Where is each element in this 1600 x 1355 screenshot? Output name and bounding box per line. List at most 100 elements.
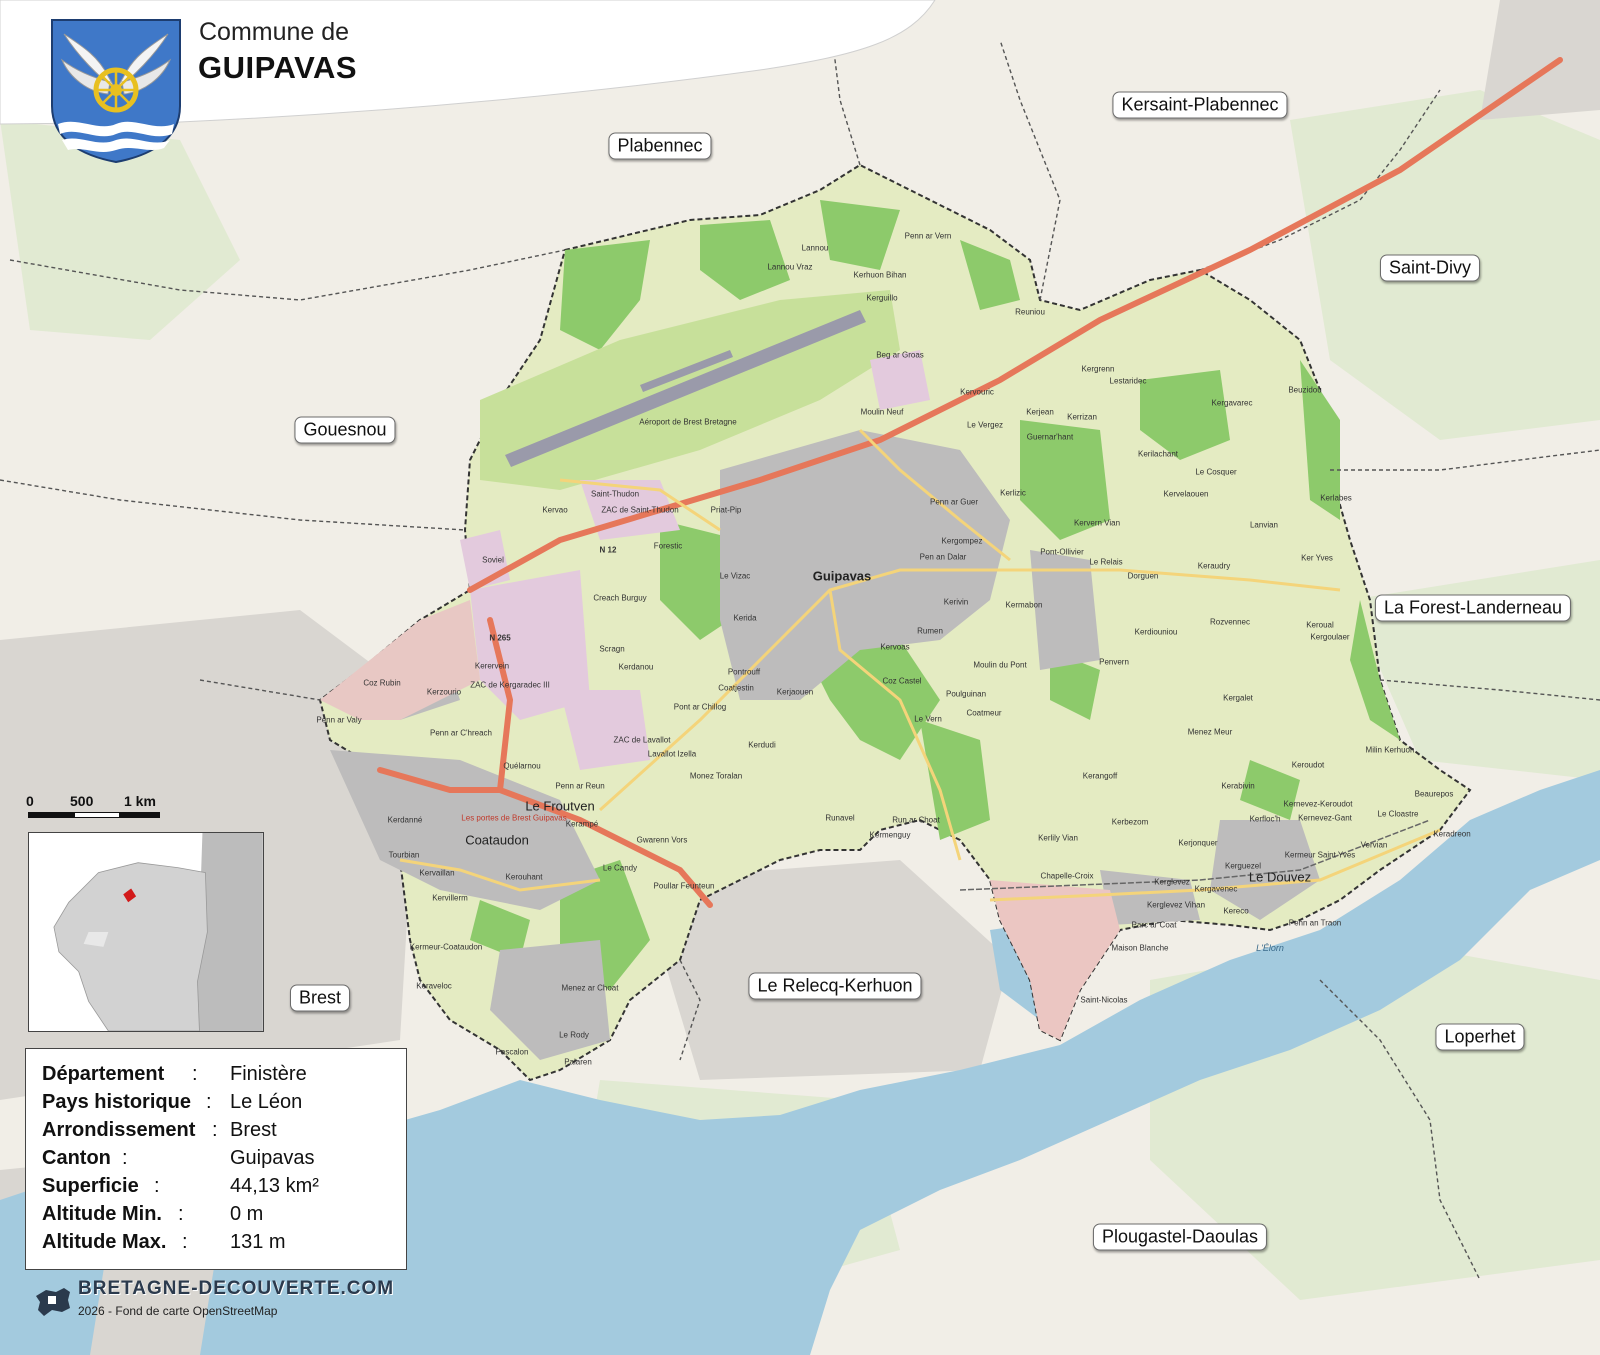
place-label: Poulguinan bbox=[945, 689, 987, 699]
place-label: Pont ar Chillog bbox=[673, 702, 727, 712]
place-label: Kernevez-Keroudot bbox=[1283, 799, 1353, 809]
place-label: Lavallot Izella bbox=[647, 749, 697, 759]
place-label: ZAC de Saint-Thudon bbox=[601, 505, 679, 515]
place-label: Poullar Feunteun bbox=[653, 881, 715, 891]
place-label: Run ar Choat bbox=[892, 815, 940, 825]
place-label: Penn an Traon bbox=[1288, 918, 1342, 928]
place-label: Kermabon bbox=[1005, 600, 1043, 610]
place-label: Runavel bbox=[825, 813, 855, 823]
place-label: Kergavarec bbox=[1211, 398, 1253, 408]
place-label: Kervouric bbox=[960, 387, 994, 397]
place-label: Pen an Dalar bbox=[919, 552, 967, 562]
neighbor-label-plabennec: Plabennec bbox=[608, 132, 712, 160]
info-value: 131 m bbox=[230, 1231, 286, 1253]
place-label: Menez Meur bbox=[1187, 727, 1233, 737]
place-label: Kerdanou bbox=[618, 662, 654, 672]
place-label: Le Rody bbox=[559, 1030, 589, 1040]
info-value: Guipavas bbox=[230, 1147, 315, 1169]
place-label: Maison Blanche bbox=[1111, 943, 1169, 953]
info-value: Finistère bbox=[230, 1063, 307, 1085]
place-label: Kergompez bbox=[941, 536, 983, 546]
place-label: Rozvennec bbox=[1209, 617, 1251, 627]
map-credit: 2026 - Fond de carte OpenStreetMap bbox=[78, 1304, 278, 1318]
place-label: Penn ar Vern bbox=[904, 231, 952, 241]
place-label: Kernevez-Gant bbox=[1298, 813, 1352, 823]
place-label: Kervoas bbox=[880, 642, 910, 652]
coat-of-arms-icon bbox=[51, 19, 181, 164]
place-label: Le Cosquer bbox=[1195, 467, 1237, 477]
place-label: Le Vergez bbox=[966, 420, 1004, 430]
place-label: Coz Rubin bbox=[363, 678, 401, 688]
place-label: Monez Toralan bbox=[689, 771, 743, 781]
place-label: Saint-Nicolas bbox=[1080, 995, 1128, 1005]
place-label: Kerilachant bbox=[1137, 449, 1179, 459]
place-label: Kerampé bbox=[565, 819, 599, 829]
place-label: Kerlizic bbox=[1000, 488, 1026, 498]
place-label: Kermenguy bbox=[869, 830, 911, 840]
place-label: Chapelle-Croix bbox=[1040, 871, 1094, 881]
info-key: Altitude Min. bbox=[42, 1203, 162, 1225]
neighbor-label-saint-divy: Saint-Divy bbox=[1379, 254, 1481, 282]
place-label: Pont-Ollivier bbox=[1040, 547, 1084, 557]
place-label: Vervian bbox=[1360, 840, 1388, 850]
place-label: Kervelaouen bbox=[1163, 489, 1209, 499]
place-label: Pontrouff bbox=[727, 667, 761, 677]
place-label: Guernar'hant bbox=[1026, 432, 1074, 442]
place-label: Kerfloc'h bbox=[1249, 814, 1281, 824]
place-label: Le Vern bbox=[914, 714, 942, 724]
place-label: Kermeur-Coataudon bbox=[409, 942, 483, 952]
place-label: Priat-Pip bbox=[710, 505, 742, 515]
place-label: Moulin du Pont bbox=[973, 660, 1027, 670]
place-label: Kergalet bbox=[1223, 693, 1253, 703]
place-label: Kerzourio bbox=[426, 687, 462, 697]
scale-segment-white bbox=[74, 812, 120, 818]
place-label: Reuniou bbox=[1015, 307, 1045, 317]
info-value: 44,13 km² bbox=[230, 1175, 319, 1197]
place-label: Kergavenec bbox=[1194, 884, 1238, 894]
water-label-elorn: L'Élorn bbox=[1256, 943, 1284, 953]
place-label: Kerjean bbox=[1026, 407, 1054, 417]
place-label: Kerdudi bbox=[748, 740, 776, 750]
place-label: Scragn bbox=[599, 644, 625, 654]
brand-name: BRETAGNE-DECOUVERTE.COM bbox=[78, 1278, 395, 1299]
info-separator: : bbox=[212, 1119, 218, 1141]
info-value: 0 m bbox=[230, 1203, 264, 1225]
info-separator: : bbox=[182, 1231, 188, 1253]
brand-logo-icon bbox=[36, 1288, 70, 1316]
place-label: Gwarenn Vors bbox=[636, 835, 688, 845]
place-label: Kerbezom bbox=[1111, 817, 1149, 827]
place-label: Parc ar Coat bbox=[1131, 920, 1177, 930]
place-label: Lanvian bbox=[1249, 520, 1279, 530]
place-label: Kerjonquer bbox=[1178, 838, 1218, 848]
place-label: Keradreon bbox=[1433, 829, 1471, 839]
neighbor-label-forest: La Forest-Landerneau bbox=[1374, 594, 1572, 622]
place-label: Milin Kerhuon bbox=[1365, 745, 1415, 755]
scale-bar: 0 500 1 km bbox=[26, 793, 176, 823]
place-label: Pascalon bbox=[495, 1047, 529, 1057]
place-label: Le Vizac bbox=[719, 571, 751, 581]
info-separator: : bbox=[178, 1203, 184, 1225]
place-label: Penn ar Reun bbox=[555, 781, 605, 791]
scale-label-1km: 1 km bbox=[124, 793, 156, 809]
place-label: Saint-Thudon bbox=[590, 489, 640, 499]
place-label: Lannou bbox=[801, 243, 829, 253]
place-label: Coatmeur bbox=[966, 708, 1002, 718]
town-label-coataudon: Coataudon bbox=[465, 832, 529, 848]
place-label: Kereco bbox=[1223, 906, 1249, 916]
info-value: Le Léon bbox=[230, 1091, 303, 1113]
place-label: Kerouhant bbox=[505, 872, 543, 882]
place-label: Kervaillan bbox=[419, 868, 455, 878]
place-label: Lannou Vraz bbox=[767, 262, 813, 272]
brittany-locator-map bbox=[29, 833, 263, 1031]
place-label: Forestic bbox=[653, 541, 683, 551]
scale-label-0: 0 bbox=[26, 793, 34, 809]
place-label: Kerlily Vian bbox=[1038, 833, 1078, 843]
neighbor-label-plougastel: Plougastel-Daoulas bbox=[1092, 1223, 1268, 1251]
place-label: Penvern bbox=[1099, 657, 1129, 667]
neighbor-label-relecq: Le Relecq-Kerhuon bbox=[748, 972, 922, 1000]
town-label-le-froutven: Le Froutven bbox=[525, 798, 595, 814]
place-label: Kergrenn bbox=[1081, 364, 1115, 374]
place-label: Dorguen bbox=[1127, 571, 1159, 581]
place-label: Kerervein bbox=[474, 661, 510, 671]
place-label: Tourbian bbox=[388, 850, 420, 860]
